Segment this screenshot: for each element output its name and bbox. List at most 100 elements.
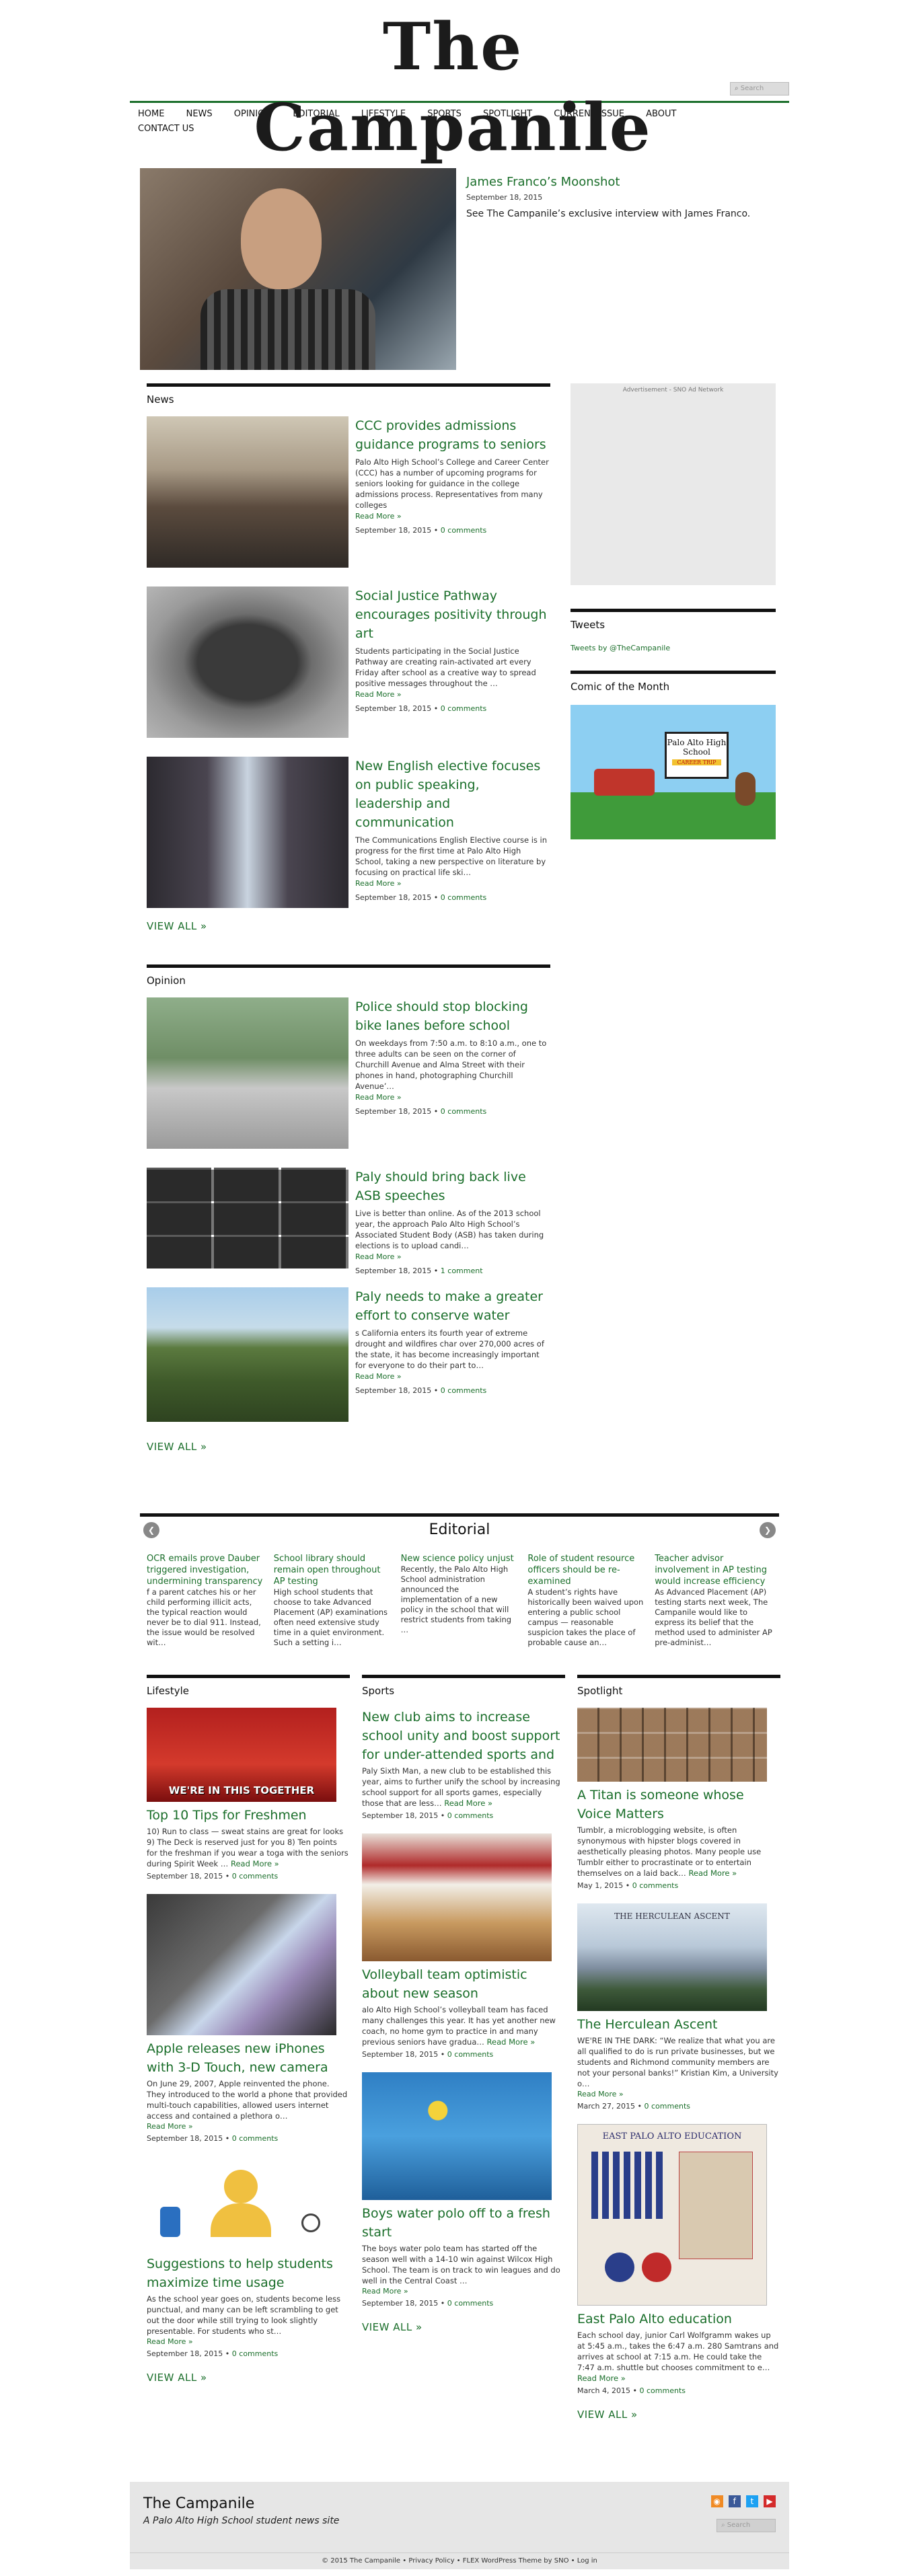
featured-title[interactable]: James Franco’s Moonshot <box>466 175 776 189</box>
comments-link[interactable]: 0 comments <box>232 2134 279 2143</box>
read-more-link[interactable]: Read More » <box>444 1798 492 1808</box>
comments-link[interactable]: 0 comments <box>232 2349 279 2358</box>
footer: The Campanile A Palo Alto High School st… <box>130 2482 789 2569</box>
editorial-title[interactable]: Role of student resource officers should… <box>527 1553 645 1587</box>
comments-link[interactable]: 0 comments <box>645 2102 691 2111</box>
comments-link[interactable]: 0 comments <box>441 704 487 713</box>
tweets-link[interactable]: Tweets by @TheCampanile <box>571 644 670 652</box>
spotlight-title[interactable]: The Herculean Ascent <box>577 2015 780 2034</box>
editorial-title[interactable]: New science policy unjust <box>401 1553 519 1564</box>
sports-title[interactable]: New club aims to increase school unity a… <box>362 1708 565 1764</box>
rss-icon[interactable]: ◉ <box>710 2495 723 2507</box>
lifestyle-title[interactable]: Top 10 Tips for Freshmen <box>147 1806 350 1825</box>
read-more-link[interactable]: Read More » <box>577 2090 624 2098</box>
read-more-link[interactable]: Read More » <box>231 1859 279 1868</box>
news-thumb[interactable] <box>147 416 348 568</box>
comments-link[interactable]: 1 comment <box>441 1266 483 1275</box>
privacy-policy-link[interactable]: Privacy Policy <box>408 2557 454 2565</box>
news-title[interactable]: Social Justice Pathway encourages positi… <box>355 586 550 643</box>
sports-title[interactable]: Boys water polo off to a fresh start <box>362 2204 565 2242</box>
lifestyle-title[interactable]: Suggestions to help students maximize ti… <box>147 2255 350 2292</box>
editorial-header: ❮ Editorial ❯ <box>140 1517 779 1544</box>
lifestyle-meta: September 18, 2015 • 0 comments <box>147 2349 279 2358</box>
nav-news[interactable]: NEWS <box>186 107 213 122</box>
lifestyle-figure <box>224 2170 258 2203</box>
sports-title[interactable]: Volleyball team optimistic about new sea… <box>362 1965 565 2003</box>
spotlight-title[interactable]: A Titan is someone whose Voice Matters <box>577 1786 780 1823</box>
news-view-all-link[interactable]: VIEW ALL » <box>147 920 550 932</box>
comments-link[interactable]: 0 comments <box>441 526 487 535</box>
comments-link[interactable]: 0 comments <box>441 1107 487 1116</box>
lifestyle-image[interactable] <box>147 2156 336 2250</box>
read-more-link[interactable]: Read More » <box>355 879 550 888</box>
spotlight-image[interactable]: EAST PALO ALTO EDUCATION <box>577 2124 767 2306</box>
read-more-link[interactable]: Read More » <box>362 2287 408 2296</box>
news-thumb[interactable] <box>147 757 348 908</box>
read-more-link[interactable]: Read More » <box>355 690 550 699</box>
comments-link[interactable]: 0 comments <box>441 893 487 902</box>
comments-link[interactable]: 0 comments <box>441 1386 487 1395</box>
news-thumb[interactable] <box>147 586 348 738</box>
clock-icon <box>301 2213 320 2232</box>
opinion-thumb[interactable] <box>147 1287 348 1422</box>
read-more-link[interactable]: Read More » <box>688 1868 737 1878</box>
read-more-link[interactable]: Read More » <box>355 1372 550 1381</box>
twitter-icon[interactable]: t <box>745 2495 758 2507</box>
news-title[interactable]: New English elective focuses on public s… <box>355 757 550 832</box>
comments-link[interactable]: 0 comments <box>232 1872 279 1881</box>
read-more-link[interactable]: Read More » <box>487 2037 536 2047</box>
opinion-story: Paly needs to make a greater effort to c… <box>147 1287 550 1422</box>
facebook-icon[interactable]: f <box>728 2495 741 2507</box>
footer-site-name[interactable]: The Campanile <box>143 2495 254 2512</box>
site-logo[interactable]: The Campanile <box>211 7 695 168</box>
spotlight-view-all-link[interactable]: VIEW ALL » <box>577 2409 780 2421</box>
search-input[interactable]: ⌕ Search <box>730 82 789 96</box>
sports-image[interactable] <box>362 1833 552 1961</box>
spotlight-image[interactable]: THE HERCULEAN ASCENT <box>577 1903 767 2011</box>
editorial-title[interactable]: Teacher advisor involvement in AP testin… <box>655 1553 772 1587</box>
editorial-title[interactable]: OCR emails prove Dauber triggered invest… <box>147 1553 264 1587</box>
read-more-link[interactable]: Read More » <box>355 1252 550 1261</box>
opinion-thumb[interactable] <box>147 997 348 1149</box>
lifestyle-image[interactable]: WE'RE IN THIS TOGETHER <box>147 1708 336 1802</box>
lifestyle-image[interactable] <box>147 1894 336 2035</box>
lifestyle-view-all-link[interactable]: VIEW ALL » <box>147 2372 350 2384</box>
login-link[interactable]: Log in <box>577 2557 597 2565</box>
spotlight-title[interactable]: East Palo Alto education <box>577 2310 780 2328</box>
sports-image[interactable] <box>362 2072 552 2200</box>
read-more-link[interactable]: Read More » <box>355 1093 550 1102</box>
chevron-left-icon[interactable]: ❮ <box>143 1522 159 1538</box>
youtube-icon[interactable]: ▶ <box>764 2495 776 2507</box>
featured-photo[interactable] <box>140 168 456 370</box>
read-more-link[interactable]: Read More » <box>577 2374 626 2383</box>
opinion-title[interactable]: Paly needs to make a greater effort to c… <box>355 1287 550 1325</box>
lifestyle-section: Lifestyle WE'RE IN THIS TOGETHER Top 10 … <box>147 1675 350 2384</box>
comments-link[interactable]: 0 comments <box>640 2386 686 2395</box>
nav-home[interactable]: HOME <box>138 107 164 122</box>
sports-excerpt: alo Alto High School’s volleyball team h… <box>362 2004 565 2047</box>
comments-link[interactable]: 0 comments <box>447 2050 494 2059</box>
lifestyle-title[interactable]: Apple releases new iPhones with 3-D Touc… <box>147 2039 350 2077</box>
read-more-link[interactable]: Read More » <box>355 512 550 521</box>
opinion-thumb[interactable] <box>147 1168 348 1268</box>
comments-link[interactable]: 0 comments <box>447 2299 494 2308</box>
nav-contact-us[interactable]: CONTACT US <box>138 122 194 137</box>
read-more-link[interactable]: Read More » <box>147 2337 193 2346</box>
comments-link[interactable]: 0 comments <box>447 1811 494 1820</box>
opinion-title[interactable]: Police should stop blocking bike lanes b… <box>355 997 550 1035</box>
read-more-link[interactable]: Read More » <box>147 2122 193 2131</box>
featured-excerpt: See The Campanile’s exclusive interview … <box>466 209 751 219</box>
spotlight-meta: March 4, 2015 • 0 comments <box>577 2386 686 2395</box>
opinion-view-all-link[interactable]: VIEW ALL » <box>147 1441 550 1453</box>
editorial-title[interactable]: School library should remain open throug… <box>274 1553 392 1587</box>
sports-view-all-link[interactable]: VIEW ALL » <box>362 2321 565 2333</box>
opinion-title[interactable]: Paly should bring back live ASB speeches <box>355 1168 550 1205</box>
comments-link[interactable]: 0 comments <box>632 1881 679 1890</box>
news-title[interactable]: CCC provides admissions guidance program… <box>355 416 550 454</box>
spotlight-image[interactable] <box>577 1708 767 1782</box>
theme-credit-link[interactable]: FLEX WordPress Theme by SNO <box>463 2557 569 2565</box>
chevron-right-icon[interactable]: ❯ <box>760 1522 776 1538</box>
ad-slot[interactable]: Advertisement - SNO Ad Network <box>571 383 776 585</box>
footer-search-input[interactable]: ⌕ Search <box>716 2519 776 2532</box>
comic-image[interactable]: Palo Alto High School CAREER TRIP <box>571 705 776 839</box>
